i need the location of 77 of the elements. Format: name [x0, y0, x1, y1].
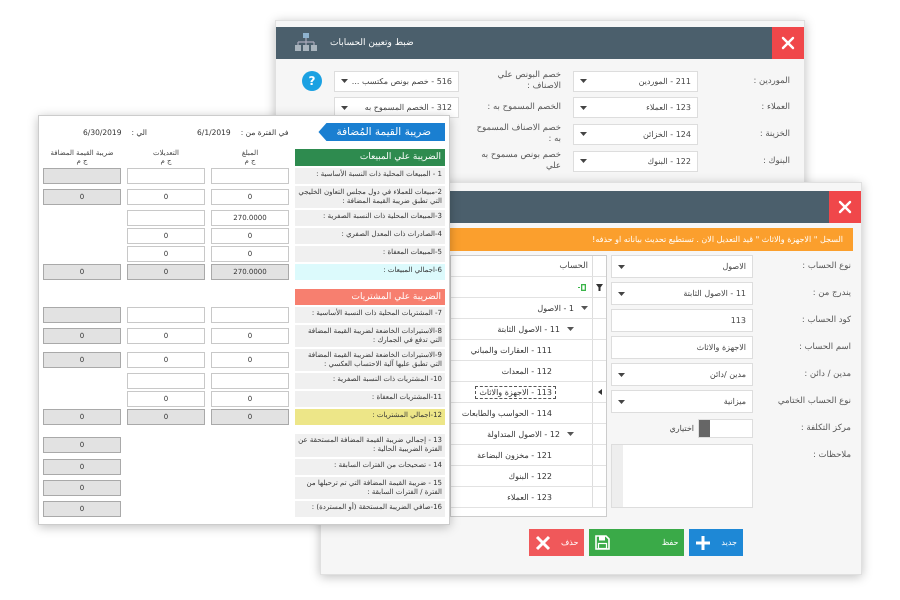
caret-icon — [580, 159, 587, 164]
input-field[interactable]: الاجهزة والاثاث — [611, 336, 753, 359]
filter-toggle-icon[interactable] — [578, 284, 588, 290]
caret-icon — [341, 79, 348, 84]
close-button[interactable] — [772, 27, 804, 59]
input-field[interactable]: 113 — [611, 309, 753, 332]
tree-item[interactable]: 11 - الاصول الثابتة — [493, 322, 564, 336]
notes-field[interactable] — [611, 444, 753, 508]
new-button[interactable]: جديد — [689, 529, 743, 556]
field-label: نوع الحساب : — [801, 260, 851, 273]
dropdown[interactable]: 123 - العملاء — [573, 97, 698, 118]
field-label: نوع الحساب الختامي — [776, 395, 851, 408]
amount-field[interactable] — [211, 168, 289, 184]
hierarchy-icon — [294, 33, 318, 53]
amount-field[interactable] — [127, 210, 205, 226]
field-label: الموردين : — [752, 76, 790, 87]
caret-icon — [341, 106, 348, 110]
report-title: ضريبة القيمة المُضافة — [318, 123, 445, 141]
dropdown[interactable]: 122 - البنوك — [573, 150, 698, 172]
dropdown[interactable]: مدين /دائن — [611, 363, 753, 386]
field-label: خصم بونص مسموح به علي — [480, 150, 561, 172]
caret-icon — [618, 264, 625, 268]
tree-item[interactable]: 1 - الاصول — [533, 302, 578, 314]
amount-field[interactable] — [211, 373, 289, 390]
amount-field[interactable] — [127, 373, 205, 390]
field-label: الخصم المسموح به : — [486, 102, 561, 114]
caret-icon[interactable] — [581, 305, 588, 311]
caret-icon[interactable] — [567, 326, 574, 332]
caret-icon — [618, 292, 625, 296]
caret-icon — [580, 79, 587, 84]
close-icon — [781, 36, 795, 50]
tree-item[interactable]: 122 - البنوك — [504, 470, 556, 482]
dropdown[interactable]: 11 - الاصول الثابتة — [611, 282, 753, 305]
filter-icon[interactable] — [596, 284, 603, 290]
window-title: ضبط وتعيين الحسابات — [330, 38, 414, 48]
row-pointer-icon — [598, 389, 602, 395]
field-label: يندرج من : — [812, 287, 851, 300]
field-label: مدين / دائن : — [803, 368, 851, 381]
tree-item[interactable]: 112 - المعدات — [498, 364, 556, 378]
plus-icon — [695, 534, 712, 550]
caret-icon — [618, 372, 625, 376]
caret-icon[interactable] — [567, 431, 574, 437]
field-label: خصم الاصناف المسموح به : — [476, 123, 561, 146]
field-label: الخزينة : — [758, 128, 790, 140]
scrollbar[interactable] — [612, 445, 623, 507]
dropdown[interactable]: 211 - الموردين — [573, 70, 698, 92]
amount-field[interactable] — [127, 168, 205, 184]
tree-item[interactable]: 121 - مخزون البضاعة — [473, 448, 556, 462]
dropdown[interactable]: 516 - خصم بونص مكتسب ... — [334, 70, 459, 92]
field-label: كود الحساب : — [800, 314, 851, 327]
tree-item[interactable]: 111 - العقارات والمباني — [466, 344, 556, 356]
field-label: مركز التكلفة : — [800, 422, 851, 435]
caret-icon — [580, 106, 587, 110]
dropdown[interactable]: ميزانية — [611, 390, 753, 413]
field-label: اسم الحساب : — [798, 341, 851, 354]
tree-item[interactable]: 113 - الاجهزة والاثاث — [475, 386, 556, 398]
close-button[interactable] — [829, 191, 861, 223]
caret-icon — [580, 132, 587, 136]
checkbox[interactable] — [698, 419, 753, 438]
field-label: البنوك : — [762, 156, 790, 167]
caret-icon — [618, 400, 625, 404]
tree-item[interactable]: 114 - الحواسب والطابعات — [458, 406, 556, 420]
close-icon — [838, 200, 852, 214]
amount-field[interactable] — [127, 306, 205, 323]
tree-item[interactable]: 123 - العملاء — [503, 490, 556, 504]
dropdown[interactable]: 124 - الخزائن — [573, 124, 698, 145]
section-header: الضريبة علي المبيعات — [295, 149, 445, 166]
dropdown[interactable]: الاصول — [611, 255, 753, 278]
x-icon — [534, 534, 551, 550]
field-label: ملاحظات : — [812, 449, 851, 462]
column-header: الحساب — [559, 261, 589, 271]
tree-item[interactable]: 12 - الاصول المتداولة — [483, 428, 564, 440]
field-label: خصم البونص علي الاصناف : — [496, 70, 561, 92]
amount-field[interactable] — [211, 306, 289, 323]
checkbox-label: اختياري — [669, 424, 694, 433]
field-label: العملاء : — [760, 102, 790, 114]
section-header: الضريبة علي المشتريات — [295, 288, 445, 305]
